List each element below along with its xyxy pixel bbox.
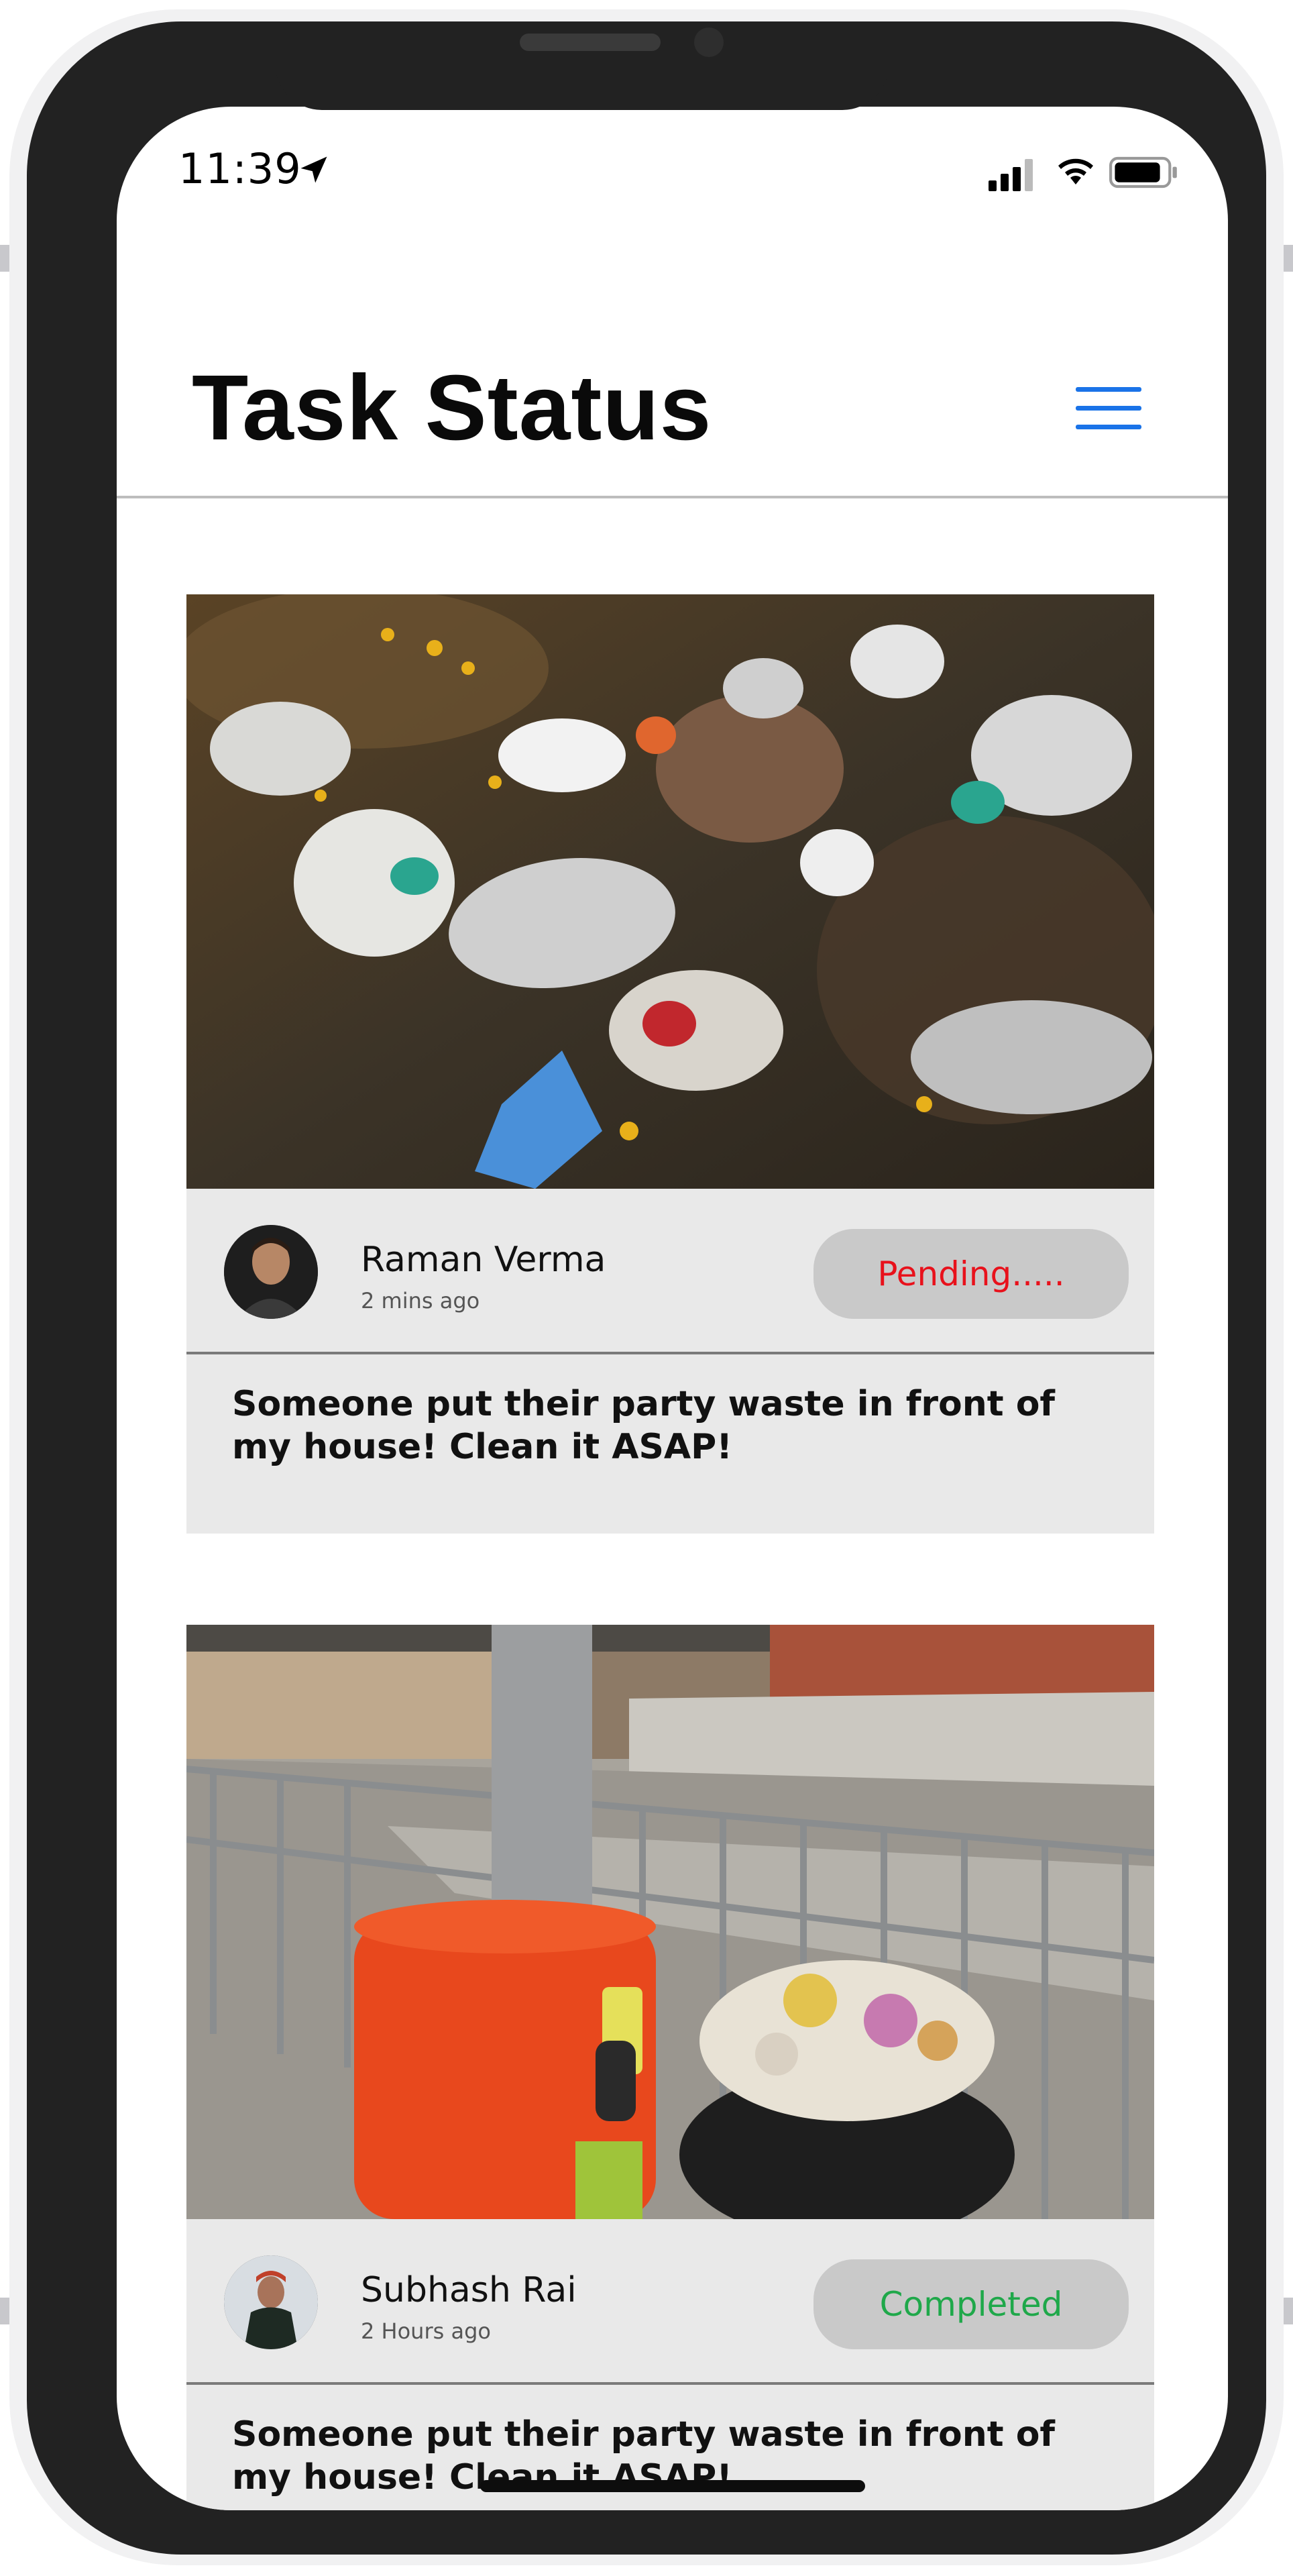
phone-screen: 11:39 Task Status Raman Verma 2 mins ago…	[117, 107, 1228, 2510]
device-frame: 11:39 Task Status Raman Verma 2 mins ago…	[27, 21, 1266, 2555]
status-badge-completed[interactable]: Completed	[813, 2259, 1129, 2349]
page-title: Task Status	[192, 356, 712, 460]
overflowing-bin-photo	[186, 1625, 1154, 2219]
user-avatar[interactable]	[224, 2255, 318, 2349]
front-camera	[694, 28, 724, 57]
user-name: Subhash Rai	[361, 2270, 577, 2310]
task-meta: Raman Verma 2 mins ago Pending.....	[186, 1189, 1154, 1352]
hamburger-line	[1076, 406, 1141, 411]
time-ago: 2 Hours ago	[361, 2318, 491, 2344]
status-label: Pending.....	[877, 1254, 1065, 1293]
hamburger-menu-button[interactable]	[1076, 382, 1141, 435]
card-divider	[186, 1352, 1154, 1354]
task-card[interactable]: Subhash Rai 2 Hours ago Completed Someon…	[186, 1625, 1154, 2510]
device-notch	[275, 21, 889, 110]
header-divider	[117, 496, 1228, 498]
status-bar: 11:39	[117, 107, 1228, 194]
task-card[interactable]: Raman Verma 2 mins ago Pending..... Some…	[186, 594, 1154, 1534]
card-divider	[186, 2382, 1154, 2385]
status-time: 11:39	[178, 144, 302, 193]
time-ago: 2 mins ago	[361, 1288, 480, 1313]
task-description: Someone put their party waste in front o…	[232, 1384, 1056, 1467]
user-avatar[interactable]	[224, 1225, 318, 1319]
task-photo	[186, 594, 1154, 1189]
status-badge-pending[interactable]: Pending.....	[813, 1229, 1129, 1319]
battery-icon	[1109, 156, 1177, 189]
location-arrow-icon	[300, 156, 327, 183]
trash-pile-photo	[186, 594, 1154, 1189]
status-label: Completed	[879, 2285, 1063, 2324]
cellular-signal-icon	[989, 159, 1033, 191]
task-meta: Subhash Rai 2 Hours ago Completed	[186, 2219, 1154, 2382]
home-indicator[interactable]	[480, 2480, 865, 2492]
avatar-portrait-icon	[224, 2255, 318, 2349]
app-header: Task Status	[117, 335, 1228, 496]
hamburger-line	[1076, 425, 1141, 429]
wifi-icon	[1058, 158, 1093, 184]
hamburger-menu-icon	[1076, 387, 1141, 392]
user-name: Raman Verma	[361, 1240, 606, 1280]
speaker-grille	[520, 34, 661, 51]
avatar-portrait-icon	[224, 1225, 318, 1319]
task-photo	[186, 1625, 1154, 2219]
